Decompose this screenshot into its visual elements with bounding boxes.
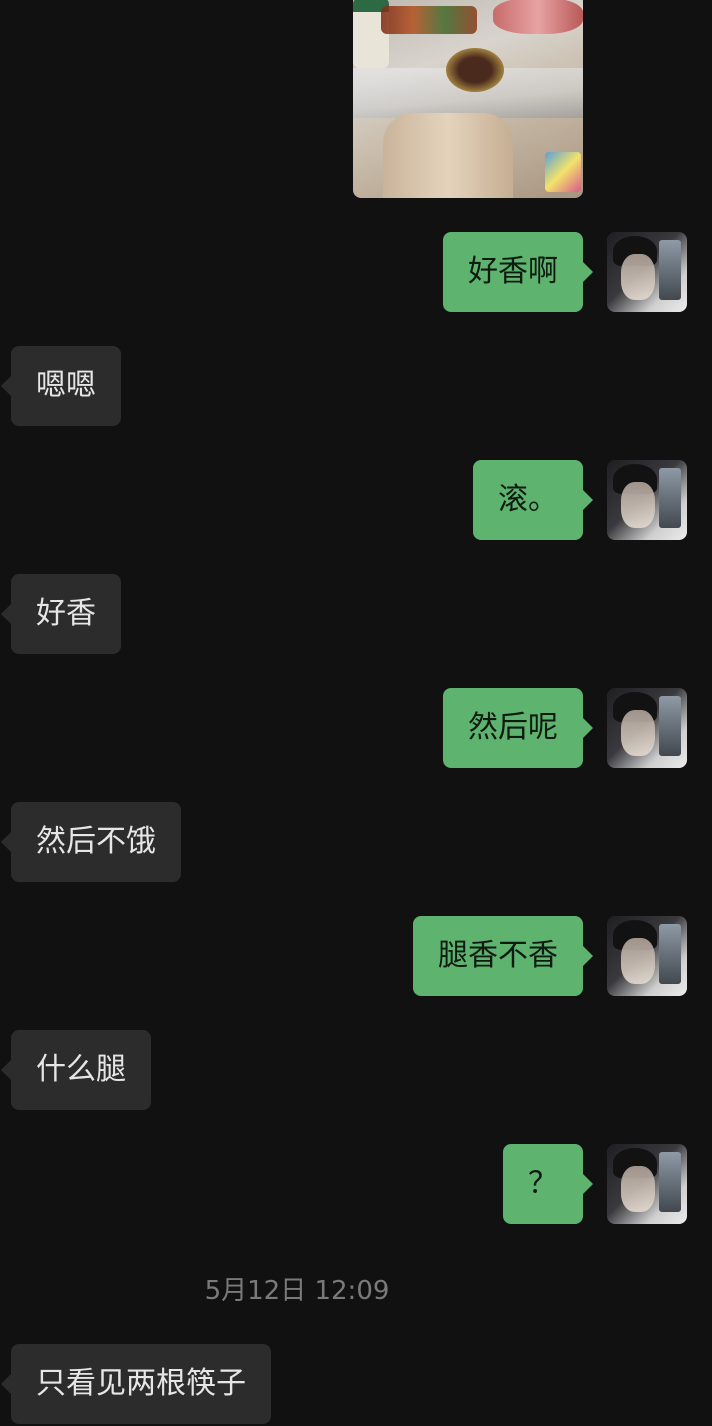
my-avatar[interactable] <box>607 460 687 540</box>
photo-bowl <box>446 48 504 92</box>
their-message-bubble[interactable]: 什么腿 <box>1 1030 151 1110</box>
photo-drink-box <box>545 152 581 192</box>
photo-meat-plate <box>493 0 583 34</box>
message-timestamp: 5月12日 12:09 <box>204 1276 390 1306</box>
my-message-bubble[interactable]: 腿香不香 <box>413 916 593 996</box>
their-message-bubble[interactable]: 嗯嗯 <box>1 346 121 426</box>
my-avatar[interactable] <box>607 232 687 312</box>
their-message-bubble[interactable]: 只看见两根筷子 <box>1 1344 271 1424</box>
my-avatar[interactable] <box>607 1144 687 1224</box>
my-message-bubble[interactable]: 然后呢 <box>443 688 593 768</box>
my-message-bubble[interactable]: ？ <box>503 1144 593 1224</box>
photo-legs <box>383 113 513 198</box>
photo-sauce-tray <box>381 6 477 34</box>
their-message-bubble[interactable]: 好香 <box>1 574 121 654</box>
my-avatar[interactable] <box>607 688 687 768</box>
my-message-bubble[interactable]: 滚。 <box>473 460 593 540</box>
my-message-bubble[interactable]: 好香啊 <box>443 232 593 312</box>
their-message-bubble[interactable]: 然后不饿 <box>1 802 181 882</box>
my-avatar[interactable] <box>607 916 687 996</box>
shared-photo[interactable] <box>353 0 583 198</box>
